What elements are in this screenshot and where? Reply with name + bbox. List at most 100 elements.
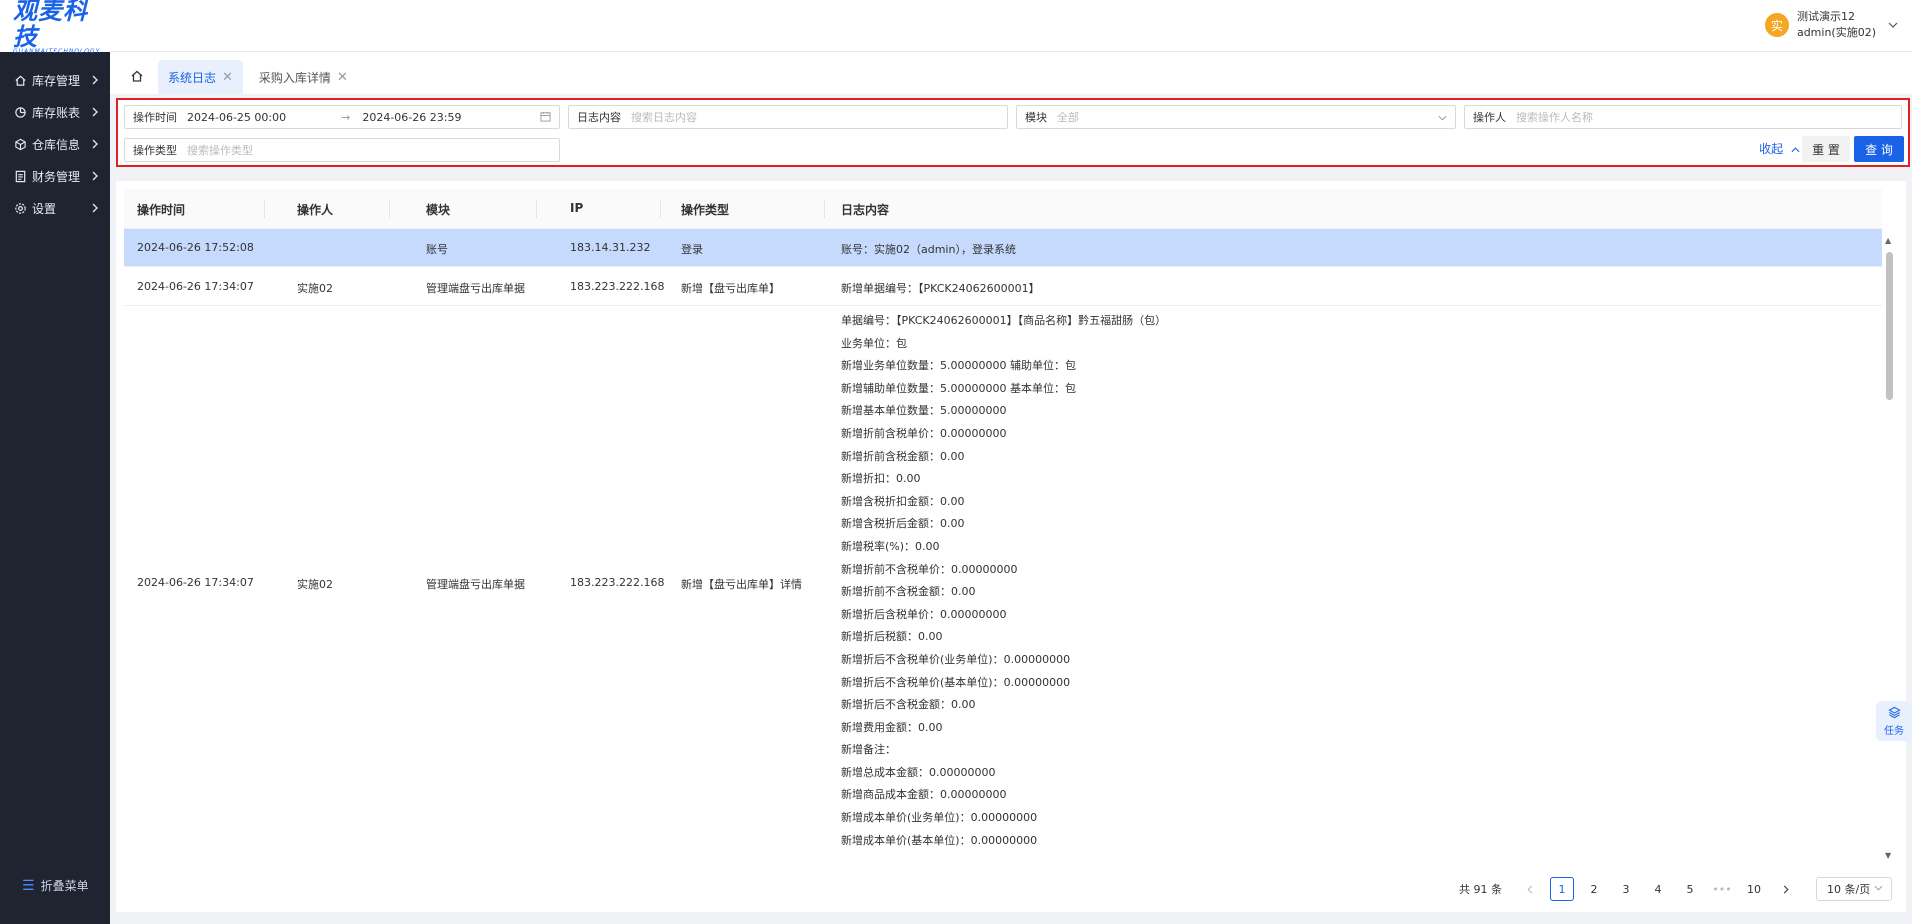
cell-ip: 183.14.31.232 [570, 241, 651, 254]
cell-time: 2024-06-26 17:34:07 [137, 576, 254, 589]
ledger-icon [13, 169, 27, 183]
sidebar-item-inventory[interactable]: 库存管理 [0, 64, 110, 96]
log-line: 单据编号：【PKCK24062600001】【商品名称】黔五福甜肠（包） [841, 314, 1167, 327]
page-size-value: 10 条/页 [1827, 883, 1871, 896]
task-label: 任务 [1884, 725, 1904, 737]
logo: 观麦科技 GUANMAITECHNOLOGY [0, 0, 110, 55]
log-table-panel: 操作时间 操作人 模块 IP 操作类型 日志内容 2024-06-26 17:5… [116, 181, 1906, 912]
operator-field[interactable]: 操作人 搜索操作人名称 [1464, 105, 1902, 129]
filter-panel: 操作时间 2024-06-25 00:00 → 2024-06-26 23:59… [116, 98, 1910, 167]
log-line: 新增业务单位数量：5.00000000 辅助单位：包 [841, 359, 1076, 373]
log-line: 新增成本单价(基本单位)：0.00000000 [841, 833, 1038, 847]
table-row[interactable]: 2024-06-26 17:34:07 实施02 管理端盘亏出库单据 183.2… [124, 306, 1882, 858]
cell-ip: 183.223.222.168 [570, 576, 665, 589]
cell-module: 账号 [426, 243, 448, 256]
scroll-down-icon[interactable]: ▼ [1885, 851, 1891, 860]
sidebar-item-warehouse[interactable]: 仓库信息 [0, 128, 110, 160]
prev-page-button[interactable] [1518, 877, 1542, 901]
home-tab[interactable] [122, 60, 152, 94]
cell-log: 账号：实施02（admin），登录系统 [841, 243, 1016, 256]
column-divider [264, 200, 265, 218]
log-line: 新增折后税额：0.00 [841, 630, 943, 644]
cell-operator: 实施02 [297, 578, 333, 591]
log-line: 新增费用金额：0.00 [841, 720, 943, 734]
cell-type: 登录 [681, 243, 703, 256]
sidebar-item-finance[interactable]: 财务管理 [0, 160, 110, 192]
total-count: 共 91 条 [1459, 883, 1502, 896]
module-select[interactable]: 模块 全部 [1016, 105, 1456, 129]
log-line: 新增税率(%)：0.00 [841, 539, 940, 553]
operation-type-label: 操作类型 [133, 144, 177, 157]
sidebar-menu: 库存管理 库存账表 仓库信息 财务管理 设置 [0, 64, 110, 224]
next-page-button[interactable] [1774, 877, 1798, 901]
time-range-picker[interactable]: 操作时间 2024-06-25 00:00 → 2024-06-26 23:59 [124, 105, 560, 129]
page-size-select[interactable]: 10 条/页 [1816, 877, 1892, 901]
user-name: 测试演示12 [1796, 10, 1855, 23]
sidebar-item-label: 库存管理 [32, 73, 81, 88]
operator-label: 操作人 [1473, 111, 1506, 124]
column-header-operator: 操作人 [297, 203, 334, 217]
cell-log: 新增单据编号：【PKCK24062600001】 [841, 282, 1040, 295]
log-line: 新增总成本金额：0.00000000 [841, 765, 996, 779]
chevron-right-icon [91, 74, 99, 88]
column-divider [824, 200, 825, 218]
tab-purchase-inbound-detail[interactable]: 采购入库详情 ✕ [249, 60, 358, 94]
scroll-up-icon[interactable]: ▲ [1885, 236, 1891, 245]
collapse-filter-button[interactable]: 收起 [1759, 140, 1800, 157]
module-label: 模块 [1025, 111, 1047, 124]
time-start-value[interactable]: 2024-06-25 00:00 [187, 111, 286, 124]
log-content-input[interactable]: 搜索日志内容 [631, 109, 697, 125]
tab-label: 系统日志 [168, 70, 217, 85]
logo-subtitle: GUANMAITECHNOLOGY [13, 47, 101, 55]
home-icon [130, 69, 144, 86]
chevron-up-icon [1791, 142, 1800, 156]
log-line: 新增折前不含税单价：0.00000000 [841, 562, 1018, 576]
page-button[interactable]: 1 [1550, 877, 1574, 901]
sidebar-item-inventory-report[interactable]: 库存账表 [0, 96, 110, 128]
cell-ip: 183.223.222.168 [570, 280, 665, 293]
table-row[interactable]: 2024-06-26 17:34:07 实施02 管理端盘亏出库单据 183.2… [124, 267, 1882, 306]
chevron-right-icon [91, 106, 99, 120]
log-line: 新增折前含税金额：0.00 [841, 449, 965, 463]
table-row[interactable]: 2024-06-26 17:52:08 账号 183.14.31.232 登录 … [124, 229, 1882, 267]
tab-bar: 系统日志 ✕ 采购入库详情 ✕ [110, 52, 1912, 94]
time-end-value[interactable]: 2024-06-26 23:59 [362, 111, 461, 124]
log-line: 新增基本单位数量：5.00000000 [841, 404, 1007, 418]
page-button[interactable]: 3 [1614, 877, 1638, 901]
log-line: 新增成本单价(业务单位)：0.00000000 [841, 811, 1038, 825]
page-button[interactable]: 10 [1742, 877, 1766, 901]
operation-type-field[interactable]: 操作类型 搜索操作类型 [124, 138, 560, 162]
chevron-right-icon [91, 202, 99, 216]
log-line: 新增折后不含税金额：0.00 [841, 698, 976, 712]
reset-button[interactable]: 重 置 [1802, 136, 1850, 162]
query-button[interactable]: 查 询 [1854, 136, 1904, 162]
chart-icon [13, 105, 27, 119]
page-ellipsis[interactable]: ••• [1710, 877, 1734, 901]
tab-label: 采购入库详情 [258, 70, 331, 85]
log-line: 新增含税折扣金额：0.00 [841, 494, 965, 508]
close-icon[interactable]: ✕ [337, 70, 348, 85]
table-scrollbar[interactable]: ▲ ▼ [1883, 232, 1895, 860]
page-button[interactable]: 5 [1678, 877, 1702, 901]
column-divider [536, 200, 537, 218]
operation-type-input[interactable]: 搜索操作类型 [187, 142, 253, 158]
close-icon[interactable]: ✕ [222, 70, 233, 85]
sidebar-item-label: 设置 [32, 201, 57, 216]
user-menu[interactable]: 实 测试演示12 admin(实施02) [1764, 9, 1898, 41]
tab-system-log[interactable]: 系统日志 ✕ [158, 60, 243, 94]
user-info: 测试演示12 admin(实施02) [1797, 9, 1876, 41]
layers-icon [1887, 706, 1901, 722]
collapse-filter-label: 收起 [1759, 142, 1784, 156]
log-content-field[interactable]: 日志内容 搜索日志内容 [568, 105, 1008, 129]
page-button[interactable]: 4 [1646, 877, 1670, 901]
task-float-button[interactable]: 任务 [1876, 701, 1912, 741]
operator-input[interactable]: 搜索操作人名称 [1516, 109, 1593, 125]
collapse-menu-button[interactable]: ☰ 折叠菜单 [22, 877, 89, 894]
sidebar-item-settings[interactable]: 设置 [0, 192, 110, 224]
scrollbar-thumb[interactable] [1886, 252, 1893, 400]
arrow-right-icon: → [341, 110, 351, 124]
log-line: 新增辅助单位数量：5.00000000 基本单位：包 [841, 381, 1076, 395]
cell-time: 2024-06-26 17:52:08 [137, 241, 254, 254]
page-button[interactable]: 2 [1582, 877, 1606, 901]
cell-operator: 实施02 [297, 282, 333, 295]
